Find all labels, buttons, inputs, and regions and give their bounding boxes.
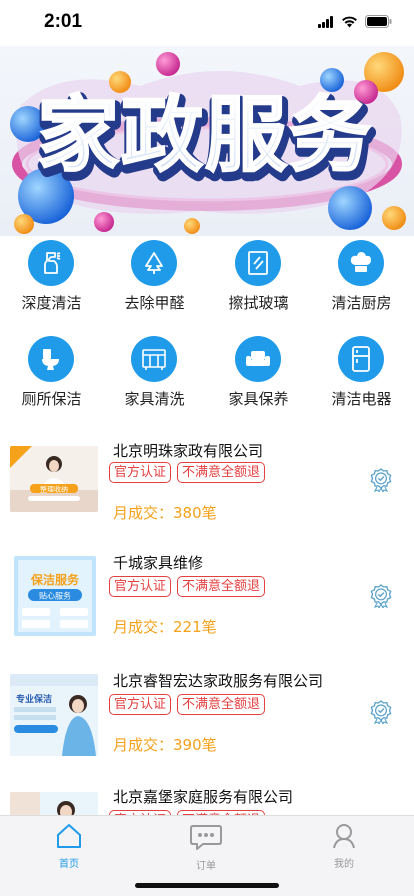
- thumb-text: 整理收纳: [40, 485, 68, 494]
- company-thumbnail[interactable]: 专业保洁: [10, 674, 98, 756]
- company-thumbnail[interactable]: 整理收纳: [10, 446, 98, 512]
- category-formaldehyde-removal[interactable]: 去除甲醛: [103, 236, 206, 324]
- category-label: 清洁电器: [331, 390, 392, 408]
- home-indicator[interactable]: [135, 883, 279, 888]
- tab-home[interactable]: 首页: [29, 822, 109, 870]
- category-toilet-cleaning[interactable]: 厕所保洁: [0, 332, 103, 420]
- battery-icon: [365, 15, 392, 28]
- category-grid: 深度清洁 去除甲醛 擦拭玻璃 清洁厨房 厕所保洁 家具清洗 家具保养 清洁电器: [0, 236, 414, 426]
- tab-label: 首页: [59, 859, 79, 870]
- wifi-icon: [342, 16, 357, 27]
- certified-badge-icon: [370, 700, 392, 724]
- hero-banner[interactable]: 家政服务 家政服务: [0, 46, 414, 236]
- tab-orders[interactable]: 订单: [166, 822, 246, 872]
- window-icon: [235, 240, 281, 286]
- status-bar: 2:01: [0, 0, 414, 46]
- monthly-deals: 月成交：221笔: [113, 618, 217, 636]
- category-appliance-cleaning[interactable]: 清洁电器: [310, 332, 413, 420]
- verified-tag: 官方认证: [109, 462, 172, 483]
- refund-tag: 不满意全额退: [177, 462, 266, 483]
- thumb-subtext: 贴心服务: [39, 591, 71, 601]
- category-furniture-care[interactable]: 家具保养: [207, 332, 310, 420]
- category-label: 擦拭玻璃: [228, 294, 289, 312]
- spray-bottle-icon: [28, 240, 74, 286]
- refund-tag: 不满意全额退: [177, 694, 266, 715]
- company-name[interactable]: 千城家具维修: [113, 552, 203, 573]
- category-furniture-washing[interactable]: 家具清洗: [103, 332, 206, 420]
- banner-title-face: 家政服务: [37, 88, 373, 183]
- sofa-icon: [235, 336, 281, 382]
- company-thumbnail[interactable]: 保洁服务 贴心服务: [14, 556, 96, 636]
- category-deep-clean[interactable]: 深度清洁: [0, 236, 103, 324]
- category-label: 家具保养: [228, 390, 289, 408]
- category-label: 去除甲醛: [124, 294, 185, 312]
- company-name[interactable]: 北京睿智宏达家政服务有限公司: [113, 670, 323, 691]
- category-label: 清洁厨房: [331, 294, 392, 312]
- toilet-icon: [28, 336, 74, 382]
- tab-profile[interactable]: 我的: [304, 822, 384, 870]
- refund-tag: 不满意全额退: [177, 576, 266, 597]
- category-kitchen-cleaning[interactable]: 清洁厨房: [310, 236, 413, 324]
- home-icon: [57, 824, 81, 848]
- status-time: 2:01: [44, 11, 83, 32]
- tab-label: 订单: [196, 861, 216, 872]
- cabinet-icon: [131, 336, 177, 382]
- company-name[interactable]: 北京嘉堡家庭服务有限公司: [113, 786, 293, 807]
- status-icons: [318, 15, 392, 28]
- company-name[interactable]: 北京明珠家政有限公司: [113, 440, 263, 461]
- certified-badge-icon: [370, 468, 392, 492]
- list-item[interactable]: 整理收纳 北京明珠家政有限公司 官方认证 不满意全额退 月成交：380笔: [0, 426, 414, 546]
- tab-bar: 首页 订单 我的: [0, 815, 414, 896]
- tab-label: 我的: [334, 859, 354, 870]
- tag-group: 官方认证 不满意全额退: [109, 694, 266, 715]
- chef-hat-icon: [338, 240, 384, 286]
- thumb-text: 专业保洁: [16, 693, 52, 705]
- fridge-icon: [338, 336, 384, 382]
- monthly-deals: 月成交：380笔: [113, 504, 217, 522]
- monthly-deals: 月成交：390笔: [113, 736, 217, 754]
- tag-group: 官方认证 不满意全额退: [109, 576, 266, 597]
- category-label: 厕所保洁: [21, 390, 82, 408]
- list-item[interactable]: 保洁服务 贴心服务 千城家具维修 官方认证 不满意全额退 月成交：221笔: [0, 542, 414, 662]
- category-label: 深度清洁: [21, 294, 82, 312]
- verified-tag: 官方认证: [109, 694, 172, 715]
- signal-icon: [318, 15, 334, 28]
- list-item[interactable]: 专业保洁 北京睿智宏达家政服务有限公司 官方认证 不满意全额退 月成交：390笔: [0, 660, 414, 780]
- user-icon: [333, 824, 355, 849]
- tree-icon: [131, 240, 177, 286]
- chat-bubble-icon: [190, 825, 222, 850]
- category-label: 家具清洗: [124, 390, 185, 408]
- tag-group: 官方认证 不满意全额退: [109, 462, 266, 483]
- category-window-cleaning[interactable]: 擦拭玻璃: [207, 236, 310, 324]
- verified-tag: 官方认证: [109, 576, 172, 597]
- thumb-text: 保洁服务: [30, 572, 80, 587]
- certified-badge-icon: [370, 584, 392, 608]
